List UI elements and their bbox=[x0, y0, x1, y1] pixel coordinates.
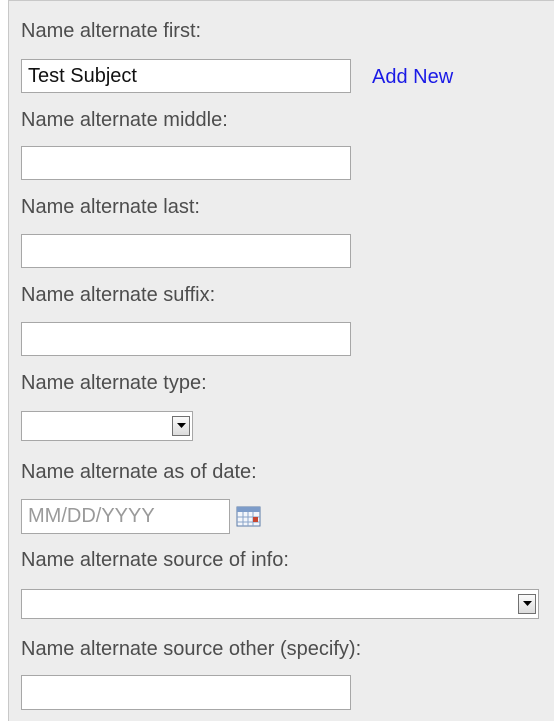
chevron-down-icon[interactable] bbox=[172, 416, 190, 436]
middle-name-label: Name alternate middle: bbox=[21, 109, 228, 131]
last-name-label: Name alternate last: bbox=[21, 196, 200, 218]
first-name-input[interactable]: Test Subject bbox=[21, 59, 351, 93]
as-of-date-input[interactable]: MM/DD/YYYY bbox=[21, 499, 230, 534]
alternate-name-form: Name alternate first: Test Subject Add N… bbox=[8, 0, 554, 721]
suffix-label: Name alternate suffix: bbox=[21, 284, 216, 306]
add-new-link[interactable]: Add New bbox=[372, 65, 453, 89]
source-other-input[interactable] bbox=[21, 675, 351, 710]
type-label: Name alternate type: bbox=[21, 372, 207, 394]
last-name-input[interactable] bbox=[21, 234, 351, 268]
type-select[interactable] bbox=[21, 411, 193, 441]
as-of-date-label: Name alternate as of date: bbox=[21, 461, 257, 483]
first-name-label: Name alternate first: bbox=[21, 20, 202, 42]
source-select[interactable] bbox=[21, 589, 539, 619]
source-other-label: Name alternate source other (specify): bbox=[21, 638, 362, 660]
middle-name-input[interactable] bbox=[21, 146, 351, 180]
suffix-input[interactable] bbox=[21, 322, 351, 356]
source-label: Name alternate source of info: bbox=[21, 549, 289, 571]
calendar-icon[interactable] bbox=[236, 506, 262, 533]
chevron-down-icon[interactable] bbox=[518, 594, 536, 614]
